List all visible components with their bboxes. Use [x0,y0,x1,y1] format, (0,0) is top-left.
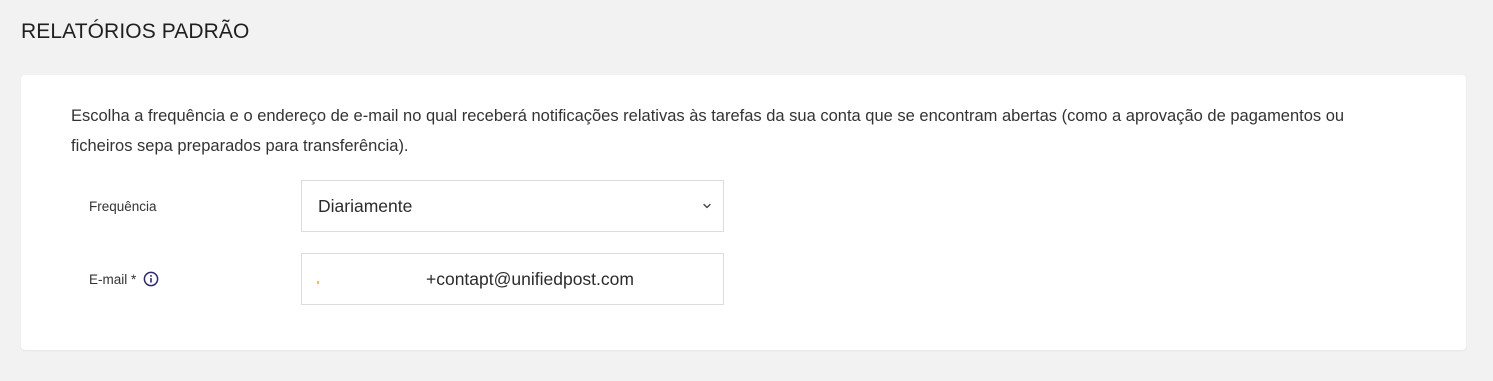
email-field-value: +contapt@unifiedpost.com [426,268,634,289]
email-label-text: E-mail * [89,271,137,287]
frequency-label-text: Frequência [89,198,157,214]
page-title: RELATÓRIOS PADRÃO [21,20,250,43]
card-description: Escolha a frequência e o endereço de e-m… [71,107,1345,155]
email-row: E-mail * +contapt@unifiedpost.com [21,253,1466,305]
redacted-text-mark [317,281,319,284]
chevron-down-icon [703,203,711,209]
standard-reports-card: Escolha a frequência e o endereço de e-m… [21,75,1466,350]
frequency-row: Frequência Diariamente [21,180,1466,232]
info-icon[interactable] [143,271,159,287]
email-label: E-mail * [89,253,159,305]
frequency-label: Frequência [89,180,157,232]
frequency-selected-value: Diariamente [318,195,413,216]
email-field[interactable]: +contapt@unifiedpost.com [301,253,724,305]
frequency-select[interactable]: Diariamente [301,180,724,232]
page: RELATÓRIOS PADRÃO Escolha a frequência e… [0,0,1493,381]
